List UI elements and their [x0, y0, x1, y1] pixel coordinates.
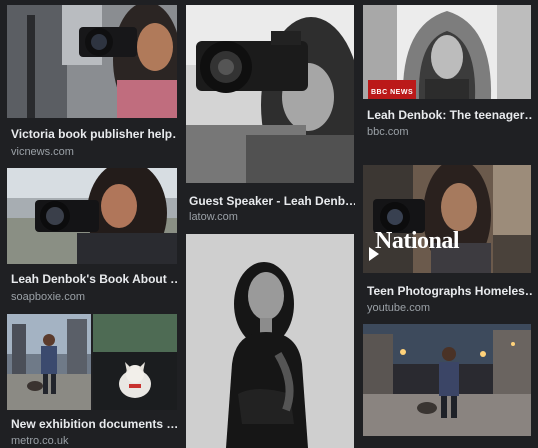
result-thumbnail[interactable]: [186, 5, 354, 183]
result-card-latow[interactable]: Guest Speaker - Leah Denb… latow.com: [180, 0, 358, 228]
result-thumbnail[interactable]: BBC NEWS: [363, 5, 531, 99]
video-overlay-text: National: [375, 228, 460, 254]
result-thumbnail[interactable]: [7, 168, 177, 264]
result-title[interactable]: Teen Photographs Homeles…: [367, 284, 533, 298]
result-thumbnail[interactable]: [186, 234, 354, 448]
bbc-news-badge: BBC NEWS: [368, 80, 417, 99]
result-card-youtube[interactable]: National Teen Photographs Homeles… youtu…: [360, 150, 538, 320]
result-card-vicnews[interactable]: Victoria book publisher help… vicnews.co…: [0, 0, 178, 162]
result-source: latow.com: [189, 211, 238, 223]
result-card-portrait[interactable]: [180, 232, 358, 448]
result-source: youtube.com: [367, 302, 430, 314]
result-card-soapboxie[interactable]: Leah Denbok's Book About … soapboxie.com: [0, 166, 178, 308]
result-thumbnail[interactable]: [7, 314, 177, 410]
result-card-bbc[interactable]: BBC NEWS Leah Denbok: The teenager… bbc.…: [360, 0, 538, 146]
result-source: metro.co.uk: [11, 435, 69, 447]
result-title[interactable]: Victoria book publisher help…: [11, 127, 177, 141]
result-card-metro[interactable]: New exhibition documents … metro.co.uk: [0, 312, 178, 448]
result-title[interactable]: Leah Denbok: The teenager…: [367, 108, 533, 122]
result-title[interactable]: New exhibition documents …: [11, 417, 177, 431]
result-thumbnail[interactable]: National: [363, 165, 531, 273]
result-source: soapboxie.com: [11, 291, 85, 303]
result-source: vicnews.com: [11, 146, 74, 158]
result-source: bbc.com: [367, 126, 409, 138]
result-title[interactable]: Leah Denbok's Book About …: [11, 272, 177, 286]
result-title[interactable]: Guest Speaker - Leah Denb…: [189, 194, 355, 208]
result-thumbnail[interactable]: [363, 324, 531, 436]
result-card-night-street[interactable]: [360, 322, 538, 448]
result-thumbnail[interactable]: [7, 5, 177, 118]
